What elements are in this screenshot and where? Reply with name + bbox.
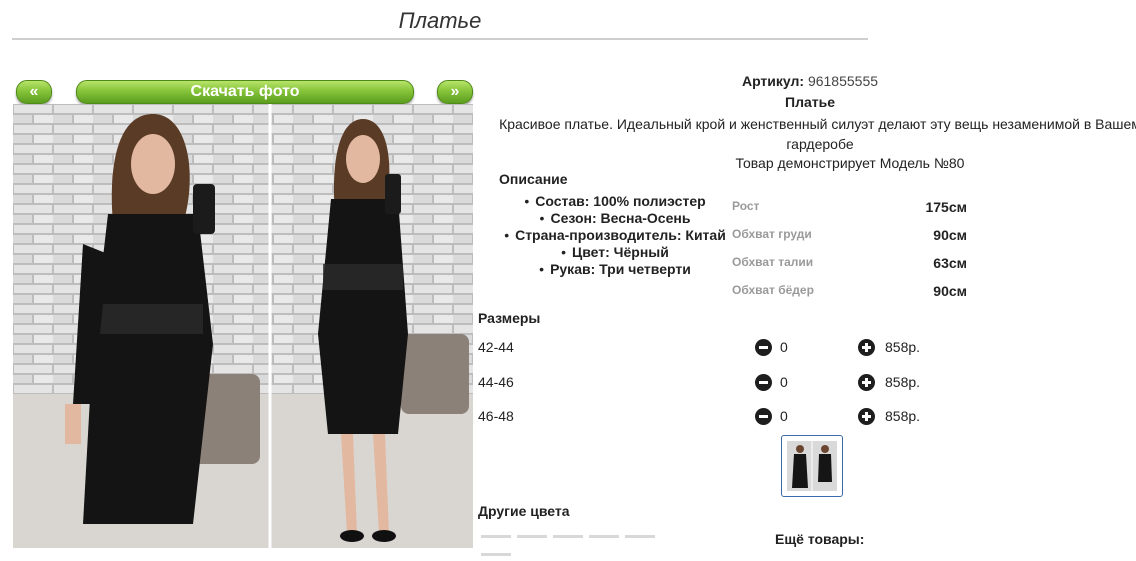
article-label: Артикул: <box>741 73 805 89</box>
plus-circle-icon[interactable] <box>858 339 875 356</box>
measure-label-hips: Обхват бёдер <box>732 283 814 297</box>
price-value: 858р. <box>885 408 921 424</box>
measure-value-hips: 90см <box>933 283 967 299</box>
size-row: 44-46 0 858р. <box>478 372 948 394</box>
product-description: Красивое платье. Идеальный крой и женств… <box>499 116 1136 152</box>
measure-value-waist: 63см <box>933 255 967 271</box>
photo-thumbnail[interactable] <box>781 435 843 497</box>
product-photo-illustration <box>13 104 473 548</box>
measure-value-bust: 90см <box>933 227 967 243</box>
spec-item: • Сезон: Весна-Осень <box>539 210 691 226</box>
measure-value-height: 175см <box>925 199 967 215</box>
size-label: 42-44 <box>478 339 514 355</box>
product-name: Платье <box>785 94 835 110</box>
spec-item: • Состав: 100% полиэстер <box>524 193 706 209</box>
next-photo-button[interactable]: » <box>437 80 473 104</box>
article-value: 961855555 <box>807 73 879 89</box>
price-value: 858р. <box>885 374 921 390</box>
spec-item: • Цвет: Чёрный <box>561 244 669 260</box>
size-label: 46-48 <box>478 408 514 424</box>
quantity-value: 0 <box>780 374 788 390</box>
quantity-value: 0 <box>780 408 788 424</box>
measure-label-waist: Обхват талии <box>732 255 814 269</box>
quantity-value: 0 <box>780 339 788 355</box>
product-photo <box>13 104 473 548</box>
plus-circle-icon[interactable] <box>858 408 875 425</box>
model-line: Товар демонстрирует Модель №80 <box>735 155 965 171</box>
other-colors-strip <box>481 525 693 556</box>
measure-label-height: Рост <box>732 199 760 213</box>
plus-circle-icon[interactable] <box>858 374 875 391</box>
article-line: Артикул: 961855555 <box>600 73 1020 89</box>
other-colors-heading: Другие цвета <box>478 503 570 519</box>
minus-circle-icon[interactable] <box>755 374 772 391</box>
spec-item: • Страна-производитель: Китай <box>504 227 726 243</box>
minus-circle-icon[interactable] <box>755 339 772 356</box>
title-divider <box>12 38 868 40</box>
specs-heading: Описание <box>499 171 568 187</box>
thumbnail-image <box>787 441 837 491</box>
more-products-heading: Ещё товары: <box>775 531 865 547</box>
size-row: 42-44 0 858р. <box>478 337 948 359</box>
sizes-heading: Размеры <box>478 310 541 326</box>
price-value: 858р. <box>885 339 921 355</box>
prev-photo-button[interactable]: « <box>16 80 52 104</box>
spec-item: • Рукав: Три четверти <box>539 261 691 277</box>
size-row: 46-48 0 858р. <box>478 406 948 428</box>
measure-label-bust: Обхват груди <box>732 227 812 241</box>
page-title: Платье <box>398 8 482 33</box>
specs-list: • Состав: 100% полиэстер • Сезон: Весна-Ос… <box>478 193 752 278</box>
size-label: 44-46 <box>478 374 514 390</box>
download-photo-button[interactable]: Скачать фото <box>76 80 414 104</box>
minus-circle-icon[interactable] <box>755 408 772 425</box>
